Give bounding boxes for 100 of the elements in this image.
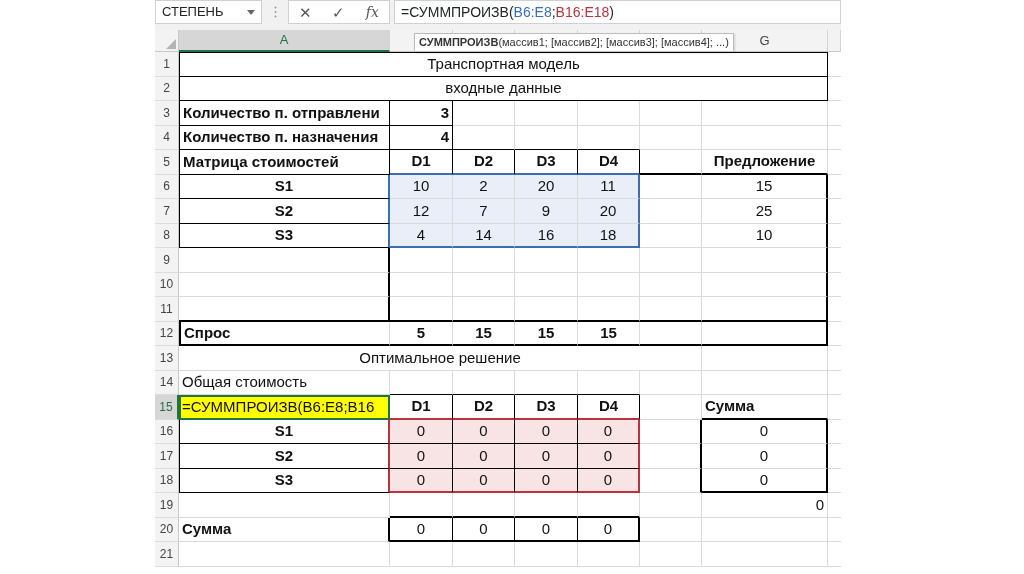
empty-cell	[453, 272, 515, 297]
select-all-icon[interactable]	[166, 39, 176, 49]
empty-cell	[453, 370, 515, 395]
table-cell: Спрос	[179, 321, 390, 346]
table-cell: 15	[515, 321, 578, 346]
row-header[interactable]: 10	[155, 272, 179, 297]
empty-cell	[578, 297, 640, 322]
empty-cell	[515, 248, 578, 273]
table-cell: 0	[702, 419, 828, 444]
name-box[interactable]: СТЕПЕНЬ	[155, 0, 262, 24]
row-header[interactable]: 15	[155, 395, 179, 420]
insert-function-button[interactable]: fx	[361, 5, 383, 19]
empty-cell	[453, 493, 515, 518]
row-header[interactable]: 11	[155, 297, 179, 322]
table-cell: 0	[515, 468, 578, 493]
empty-cell	[453, 248, 515, 273]
row-header[interactable]: 2	[155, 76, 179, 101]
table-cell: 7	[453, 199, 515, 224]
row-header[interactable]: 13	[155, 346, 179, 371]
table-cell: Оптимальное решение	[179, 346, 702, 371]
table-cell: Матрица стоимостей	[179, 150, 390, 175]
empty-cell	[578, 101, 640, 126]
empty-cell	[640, 150, 702, 175]
table-cell: 10	[702, 223, 828, 248]
table-cell: 0	[453, 444, 515, 469]
row-header[interactable]: 21	[155, 542, 179, 567]
row-header[interactable]: 8	[155, 223, 179, 248]
row-header[interactable]: 19	[155, 493, 179, 518]
empty-cell	[515, 272, 578, 297]
empty-cell	[578, 248, 640, 273]
drag-handle-icon[interactable]	[273, 6, 277, 18]
table-cell: 20	[578, 199, 640, 224]
table-cell: 0	[578, 419, 640, 444]
empty-cell	[578, 125, 640, 150]
empty-cell	[640, 297, 702, 322]
table-cell: 5	[390, 321, 453, 346]
row-header[interactable]: 5	[155, 150, 179, 175]
empty-cell	[578, 493, 640, 518]
column-header[interactable]: A	[179, 30, 390, 52]
table-cell: 0	[515, 419, 578, 444]
empty-cell	[640, 125, 702, 150]
row-header[interactable]: 1	[155, 52, 179, 77]
empty-cell	[453, 542, 515, 567]
table-cell: 0	[390, 419, 453, 444]
caret-icon	[247, 9, 255, 15]
empty-cell	[515, 297, 578, 322]
table-cell: Предложение	[702, 150, 828, 175]
empty-cell	[640, 248, 702, 273]
table-cell: 0	[578, 517, 640, 542]
table-cell: 11	[578, 174, 640, 199]
row-header[interactable]: 12	[155, 321, 179, 346]
table-cell: 14	[453, 223, 515, 248]
empty-cell	[640, 395, 702, 420]
table-cell: 0	[702, 468, 828, 493]
empty-cell	[640, 272, 702, 297]
table-cell: =СУММПРОИЗВ(B6:E8;B16	[179, 395, 390, 420]
table-cell: 0	[515, 517, 578, 542]
table-cell: 0	[578, 444, 640, 469]
row-header[interactable]: 7	[155, 199, 179, 224]
row-header[interactable]: 6	[155, 174, 179, 199]
row-header[interactable]: 9	[155, 248, 179, 273]
table-cell: 0	[453, 468, 515, 493]
cancel-button[interactable]: ✕	[295, 4, 317, 20]
table-cell: Транспортная модель	[179, 52, 828, 77]
table-cell: 15	[453, 321, 515, 346]
row-header[interactable]: 14	[155, 370, 179, 395]
table-cell: 15	[702, 174, 828, 199]
table-cell: 25	[702, 199, 828, 224]
row-header[interactable]: 3	[155, 101, 179, 126]
table-cell: 12	[390, 199, 453, 224]
empty-cell	[515, 125, 578, 150]
empty-cell	[578, 370, 640, 395]
row-header[interactable]: 16	[155, 419, 179, 444]
row-header[interactable]: 18	[155, 468, 179, 493]
empty-cell	[640, 101, 702, 126]
row-header[interactable]: 17	[155, 444, 179, 469]
enter-button[interactable]: ✓	[328, 4, 350, 20]
table-cell: 0	[702, 444, 828, 469]
empty-cell	[515, 542, 578, 567]
table-cell: Сумма	[702, 395, 828, 420]
function-tooltip: СУММПРОИЗВ(массив1; [массив2]; [массив3]; [массив4]; ...)	[414, 33, 734, 52]
table-cell: входные данные	[179, 76, 828, 101]
table-cell: Сумма	[179, 517, 390, 542]
empty-cell	[390, 542, 453, 567]
row-header[interactable]: 20	[155, 517, 179, 542]
table-cell: 10	[390, 174, 453, 199]
table-cell: 9	[515, 199, 578, 224]
empty-cell	[390, 248, 453, 273]
empty-cell	[515, 101, 578, 126]
empty-cell	[453, 297, 515, 322]
formula-field[interactable]: =СУММПРОИЗВ(B6:E8;B16:E18)	[394, 0, 841, 24]
empty-cell	[640, 493, 702, 518]
table-cell: 0	[453, 419, 515, 444]
empty-cell	[640, 542, 702, 567]
empty-cell	[453, 125, 515, 150]
row-header[interactable]: 4	[155, 125, 179, 150]
table-cell: 16	[515, 223, 578, 248]
empty-cell	[578, 542, 640, 567]
table-cell: 18	[578, 223, 640, 248]
table-cell: 4	[390, 223, 453, 248]
